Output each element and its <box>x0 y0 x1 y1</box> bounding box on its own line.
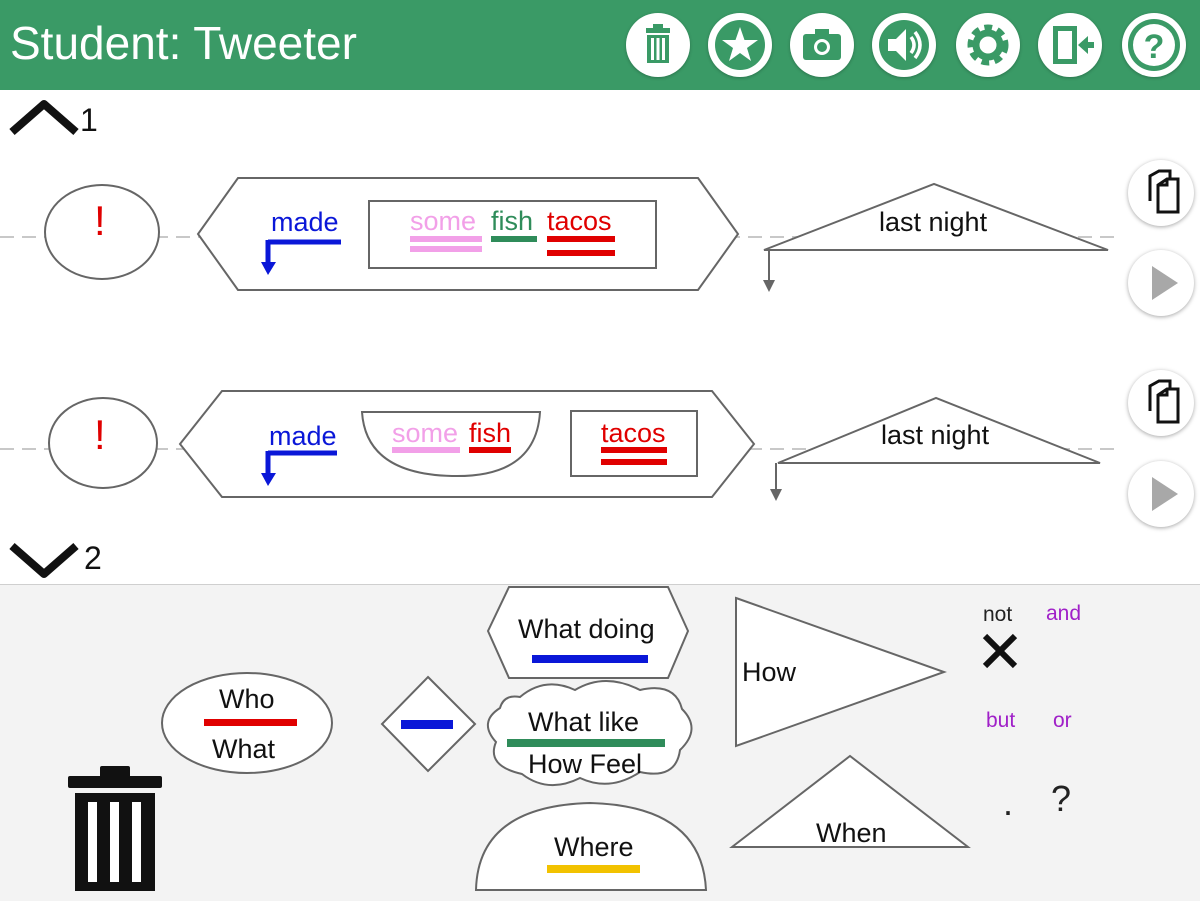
svg-text:?: ? <box>1144 28 1165 66</box>
palette-when[interactable]: When <box>816 818 887 848</box>
sentence-1-play-button[interactable] <box>1128 250 1194 316</box>
sentence-2-word-tacos[interactable]: tacos <box>601 418 666 448</box>
page-title: Student: Tweeter <box>10 17 357 69</box>
sentence-1-copy-button[interactable] <box>1128 160 1194 226</box>
sentence-1-mark[interactable]: ! <box>94 200 106 242</box>
not-x-icon[interactable] <box>980 632 1020 670</box>
app-header: Student: Tweeter ? <box>0 0 1200 90</box>
sentence-2-word-fish[interactable]: fish <box>469 418 511 448</box>
gear-icon <box>967 24 1009 66</box>
palette-but[interactable]: but <box>986 709 1015 733</box>
copy-icon <box>1148 169 1180 214</box>
up-number: 1 <box>80 102 98 138</box>
sentence-2-mark[interactable]: ! <box>94 414 106 456</box>
help-icon: ? <box>1128 19 1180 71</box>
camera-icon <box>803 29 841 60</box>
chevron-down-icon[interactable] <box>8 540 84 582</box>
palette-what-like[interactable]: What like <box>528 707 639 737</box>
palette-period[interactable]: . <box>1003 782 1013 824</box>
sentence-1-verb[interactable]: made <box>271 207 339 237</box>
palette-what[interactable]: What <box>212 734 275 764</box>
settings-button[interactable] <box>956 13 1020 77</box>
sentence-2-play-button[interactable] <box>1128 461 1194 527</box>
palette-question[interactable]: ? <box>1051 778 1071 820</box>
palette-and[interactable]: and <box>1046 602 1081 626</box>
star-button[interactable] <box>708 13 772 77</box>
chevron-up-icon[interactable] <box>8 96 84 138</box>
down-number: 2 <box>84 540 102 576</box>
palette-linking-verb[interactable] <box>401 720 453 729</box>
palette-not[interactable]: not <box>983 603 1012 627</box>
camera-button[interactable] <box>790 13 854 77</box>
copy-icon <box>1148 379 1180 424</box>
speaker-icon <box>879 20 929 70</box>
play-icon <box>1152 477 1178 511</box>
sentence-2-copy-button[interactable] <box>1128 370 1194 436</box>
exit-button[interactable] <box>1038 13 1102 77</box>
palette-or[interactable]: or <box>1053 709 1072 733</box>
sentence-2-when[interactable]: last night <box>881 420 989 450</box>
palette-how[interactable]: How <box>742 657 796 687</box>
trash-icon <box>646 24 670 63</box>
palette-where[interactable]: Where <box>554 832 634 862</box>
sentence-1-word-some[interactable]: some <box>410 206 476 236</box>
sentence-2-word-some[interactable]: some <box>392 418 458 448</box>
exit-icon <box>1053 26 1094 64</box>
trash-button[interactable] <box>626 13 690 77</box>
sentence-1-when[interactable]: last night <box>879 207 987 237</box>
play-icon <box>1152 266 1178 300</box>
help-button[interactable]: ? <box>1122 13 1186 77</box>
palette-who[interactable]: Who <box>219 684 275 714</box>
sentence-1-word-fish[interactable]: fish <box>491 206 533 236</box>
sentence-2-verb[interactable]: made <box>269 421 337 451</box>
trash-can-icon[interactable] <box>66 766 166 894</box>
sound-button[interactable] <box>872 13 936 77</box>
palette-what-doing[interactable]: What doing <box>518 614 655 644</box>
sentence-1-word-tacos[interactable]: tacos <box>547 206 612 236</box>
star-icon <box>715 20 765 70</box>
palette-how-feel[interactable]: How Feel <box>528 749 642 779</box>
